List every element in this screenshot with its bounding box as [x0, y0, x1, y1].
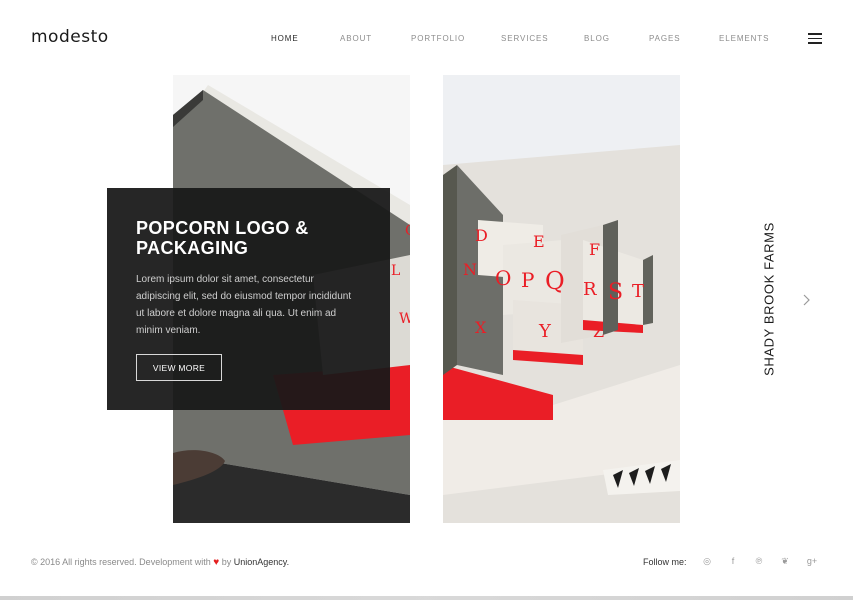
project-title: POPCORN LOGO & PACKAGING [136, 218, 309, 258]
copyright-text: © 2016 All rights reserved. Development … [31, 557, 289, 568]
popup-letters-illustration: D E F N O P Q R S T X Y Z [443, 75, 680, 523]
book-letter: F [589, 240, 600, 259]
book-letter: P [521, 268, 534, 292]
pinterest-icon[interactable]: ℗ [753, 555, 765, 567]
facebook-icon[interactable]: f [727, 555, 739, 567]
copyright-by: by [221, 557, 232, 567]
svg-text:W: W [399, 311, 410, 327]
book-letter: S [608, 280, 623, 305]
nav-about[interactable]: ABOUT [340, 34, 372, 43]
book-letter: R [583, 279, 597, 300]
nav-elements[interactable]: ELEMENTS [719, 34, 769, 43]
bottom-divider [0, 596, 853, 600]
book-letter: Q [545, 267, 565, 295]
view-more-button[interactable]: VIEW MORE [136, 354, 222, 381]
main-nav: HOME ABOUT PORTFOLIO SERVICES BLOG PAGES… [0, 34, 853, 46]
project-image-right: D E F N O P Q R S T X Y Z [443, 75, 680, 523]
book-letter: T [632, 281, 644, 302]
hamburger-icon[interactable] [808, 33, 822, 44]
book-letter: E [533, 232, 545, 251]
twitter-icon[interactable]: ❦ [779, 555, 791, 567]
agency-link[interactable]: UnionAgency. [234, 557, 289, 567]
book-letter: Y [538, 321, 552, 342]
nav-portfolio[interactable]: PORTFOLIO [411, 34, 465, 43]
google-plus-icon[interactable]: g+ [806, 555, 818, 567]
nav-blog[interactable]: BLOG [584, 34, 610, 43]
book-letter: O [495, 266, 511, 290]
nav-pages[interactable]: PAGES [649, 34, 680, 43]
book-letter: D [475, 226, 488, 245]
project-card: POPCORN LOGO & PACKAGING Lorem ipsum dol… [107, 188, 390, 410]
nav-services[interactable]: SERVICES [501, 34, 549, 43]
heart-icon: ♥ [213, 557, 220, 568]
project-description: Lorem ipsum dolor sit amet, consectetur … [136, 274, 352, 336]
next-project-title[interactable]: SHADY BROOK FARMS [762, 222, 777, 376]
follow-label: Follow me: [643, 557, 687, 567]
svg-text:L: L [391, 263, 400, 279]
book-letter: Z [593, 322, 604, 341]
book-letter: N [463, 260, 477, 279]
copyright-prefix: © 2016 All rights reserved. Development … [31, 557, 211, 567]
nav-home[interactable]: HOME [271, 34, 299, 43]
book-letter: X [475, 318, 487, 337]
instagram-icon[interactable]: ◎ [701, 555, 713, 567]
svg-text:C: C [405, 223, 410, 239]
chevron-right-icon[interactable] [801, 293, 813, 307]
